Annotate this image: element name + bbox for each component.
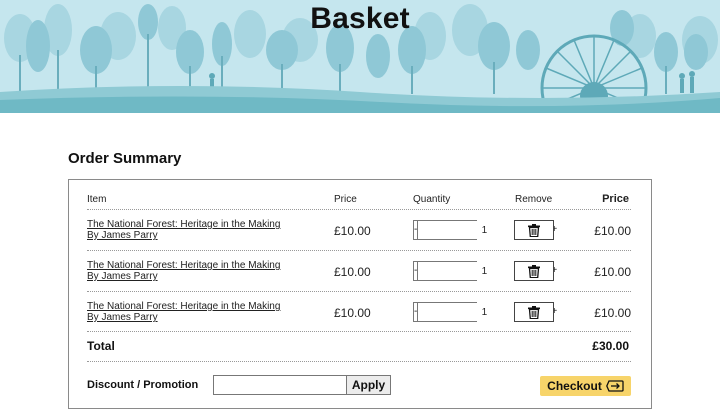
- divider: [87, 331, 631, 332]
- order-summary-heading: Order Summary: [68, 150, 182, 167]
- unit-price: £10.00: [334, 224, 371, 238]
- header-item: Item: [87, 194, 107, 205]
- line-price: £10.00: [594, 306, 631, 320]
- checkout-button[interactable]: Checkout: [540, 376, 631, 396]
- header-quantity: Quantity: [413, 194, 451, 205]
- table-row: The National Forest: Heritage in the Mak…: [69, 219, 653, 259]
- divider: [87, 209, 631, 210]
- header-remove: Remove: [515, 194, 553, 205]
- item-title-link[interactable]: The National Forest: Heritage in the Mak…: [87, 301, 280, 323]
- item-author[interactable]: By James Parry: [87, 271, 280, 282]
- apply-discount-button[interactable]: Apply: [346, 375, 391, 395]
- quantity-stepper: - +: [413, 302, 557, 322]
- header-price: Price: [334, 194, 357, 205]
- unit-price: £10.00: [334, 306, 371, 320]
- discount-label: Discount / Promotion: [87, 379, 199, 391]
- header-banner: Basket: [0, 0, 720, 113]
- table-row: The National Forest: Heritage in the Mak…: [69, 260, 653, 300]
- item-title-link[interactable]: The National Forest: Heritage in the Mak…: [87, 219, 280, 241]
- item-title[interactable]: The National Forest: Heritage in the Mak…: [87, 219, 280, 230]
- line-price: £10.00: [594, 265, 631, 279]
- header-line-price: Price: [602, 193, 629, 205]
- unit-price: £10.00: [334, 265, 371, 279]
- item-title-link[interactable]: The National Forest: Heritage in the Mak…: [87, 260, 280, 282]
- ticket-arrow-icon: [605, 380, 624, 392]
- item-title[interactable]: The National Forest: Heritage in the Mak…: [87, 301, 280, 312]
- trash-icon: [528, 305, 540, 319]
- page-title: Basket: [310, 2, 410, 35]
- trash-icon: [528, 223, 540, 237]
- line-price: £10.00: [594, 224, 631, 238]
- item-author[interactable]: By James Parry: [87, 312, 280, 323]
- total-label: Total: [87, 339, 115, 353]
- remove-item-button[interactable]: [514, 220, 554, 240]
- trash-icon: [528, 264, 540, 278]
- quantity-stepper: - +: [413, 261, 557, 281]
- divider: [87, 361, 631, 362]
- total-value: £30.00: [592, 339, 629, 353]
- checkout-label: Checkout: [547, 379, 602, 393]
- table-row: The National Forest: Heritage in the Mak…: [69, 301, 653, 341]
- remove-item-button[interactable]: [514, 261, 554, 281]
- item-author[interactable]: By James Parry: [87, 230, 280, 241]
- quantity-stepper: - +: [413, 220, 557, 240]
- discount-code-input[interactable]: [213, 375, 347, 395]
- item-title[interactable]: The National Forest: Heritage in the Mak…: [87, 260, 280, 271]
- divider: [87, 250, 631, 251]
- order-summary-panel: Item Price Quantity Remove Price The Nat…: [68, 179, 652, 409]
- remove-item-button[interactable]: [514, 302, 554, 322]
- divider: [87, 291, 631, 292]
